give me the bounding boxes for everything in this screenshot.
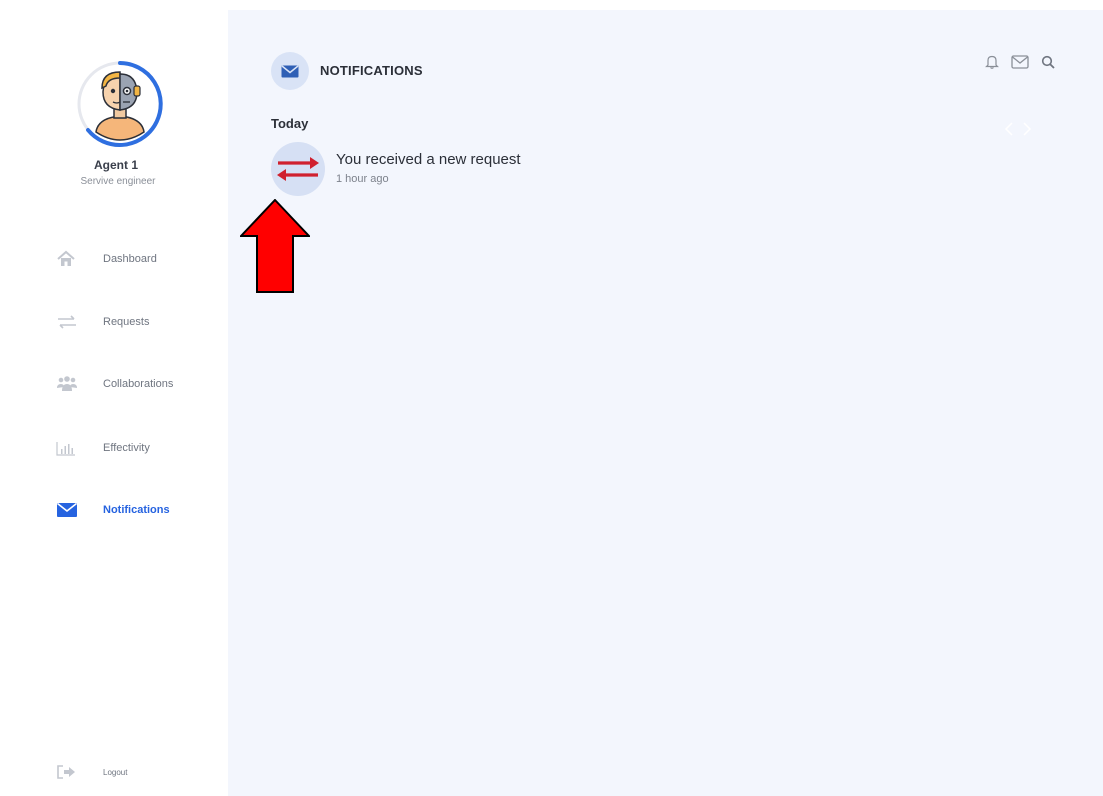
red-arrow-annotation: [240, 199, 310, 293]
notification-item[interactable]: You received a new request 1 hour ago: [271, 142, 671, 196]
envelope-icon: [281, 64, 299, 77]
sidebar-item-label: Notifications: [103, 504, 170, 516]
sidebar-item-requests[interactable]: Requests: [56, 310, 149, 334]
mail-icon[interactable]: [1011, 54, 1029, 69]
notification-message: You received a new request: [336, 151, 521, 168]
logout-label: Logout: [103, 767, 128, 777]
sidebar-item-label: Effectivity: [103, 442, 150, 454]
sidebar-item-label: Requests: [103, 316, 150, 328]
notification-icon-badge: [271, 142, 325, 196]
section-heading-today: Today: [271, 116, 309, 131]
bar-chart-icon: [56, 438, 80, 458]
header-actions: [985, 54, 1055, 69]
sidebar-item-label: Collaborations: [103, 378, 174, 390]
sign-out-icon: [56, 762, 80, 782]
group-icon: [56, 374, 80, 394]
sidebar-item-collaborations[interactable]: Collaborations: [56, 372, 173, 396]
page-title: NOTIFICATIONS: [320, 63, 423, 78]
main-content: NOTIFICATIONS Today You received a new r…: [228, 10, 1103, 796]
chevron-right-icon[interactable]: [1022, 122, 1032, 136]
sidebar-item-notifications[interactable]: Notifications: [56, 498, 170, 522]
sidebar-item-dashboard[interactable]: Dashboard: [56, 247, 157, 271]
header-envelope-badge: [271, 52, 309, 90]
notification-time: 1 hour ago: [336, 173, 389, 185]
pager-arrows: [1004, 122, 1032, 136]
avatar: [76, 60, 164, 148]
envelope-icon: [56, 500, 80, 520]
sidebar-item-effectivity[interactable]: Effectivity: [56, 436, 150, 460]
bell-icon[interactable]: [985, 54, 999, 69]
swap-arrows-icon: [56, 312, 80, 332]
app-window: Agent 1 Servive engineer Dashboard Reque…: [0, 10, 1103, 796]
logout-button[interactable]: Logout: [56, 760, 127, 784]
sidebar-item-label: Dashboard: [103, 253, 157, 265]
home-icon: [56, 249, 80, 269]
sidebar: Agent 1 Servive engineer Dashboard Reque…: [0, 10, 228, 796]
agent-role: Servive engineer: [80, 176, 156, 187]
search-icon[interactable]: [1041, 55, 1055, 69]
agent-name: Agent 1: [93, 158, 138, 172]
chevron-left-icon[interactable]: [1004, 122, 1014, 136]
swap-arrows-icon: [277, 157, 319, 181]
robot-human-avatar-icon: [77, 61, 163, 147]
